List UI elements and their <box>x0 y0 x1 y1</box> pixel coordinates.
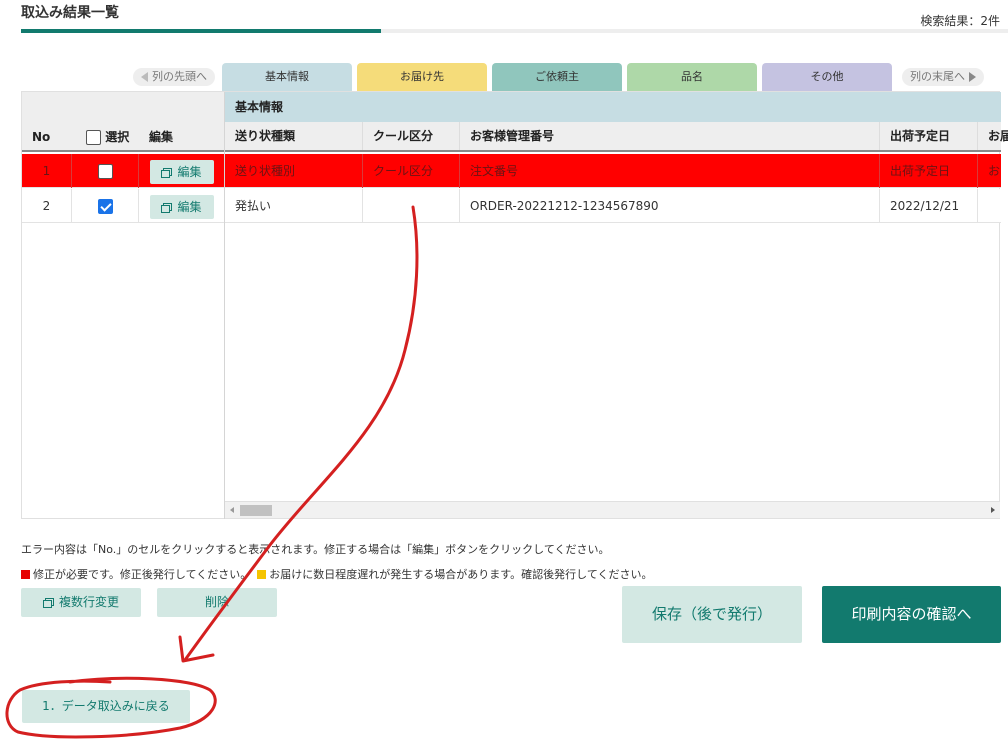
tab-basic-info[interactable]: 基本情報 <box>222 63 352 91</box>
cell-cool-type <box>363 189 460 223</box>
legend: 修正が必要です。修正後発行してください。 お届けに数日程度遅れが発生する場合があり… <box>21 566 653 582</box>
column-header-invoice-type[interactable]: 送り状種類 <box>225 122 363 150</box>
tab-delivery-destination[interactable]: お届け先 <box>357 63 487 91</box>
scrollbar-thumb[interactable] <box>240 505 272 516</box>
cell-cool-type: クール区分 <box>363 154 460 188</box>
multi-row-edit-button[interactable]: 複数行変更 <box>21 588 141 617</box>
title-underline-accent <box>21 29 381 33</box>
column-header-ship-date[interactable]: 出荷予定日 <box>880 122 978 150</box>
header-select-label: 選択 <box>105 130 130 144</box>
select-all-checkbox[interactable] <box>86 130 101 145</box>
cell-ship-date: 2022/12/21 <box>880 189 978 223</box>
row-edit-label: 編集 <box>177 164 202 179</box>
row-edit-cell: 編集 <box>139 154 225 188</box>
row-edit-label: 編集 <box>177 199 202 214</box>
multi-row-edit-label: 複数行変更 <box>58 595 119 609</box>
yellow-square-icon <box>257 570 267 579</box>
column-group-header: 基本情報 <box>225 92 1001 122</box>
tab-client[interactable]: ご依頼主 <box>492 63 622 91</box>
page-title: 取込み結果一覧 <box>21 5 119 21</box>
tab-item-name[interactable]: 品名 <box>627 63 757 91</box>
chevron-right-icon <box>969 72 976 82</box>
legend-yellow-text: お届けに数日程度遅れが発生する場合があります。確認後発行してください。 <box>269 568 653 581</box>
cell-invoice-type: 送り状種別 <box>225 154 363 188</box>
row-select-cell <box>72 189 139 223</box>
scroll-to-last-column-label: 列の末尾へ <box>910 70 965 83</box>
header-no[interactable]: No <box>32 122 50 152</box>
cell-ship-date: 出荷予定日 <box>880 154 978 188</box>
row-no-cell[interactable]: 2 <box>22 189 72 223</box>
scroll-to-first-column-button[interactable]: 列の先頭へ <box>133 68 215 86</box>
cell-delivery <box>978 189 1001 223</box>
print-confirm-button[interactable]: 印刷内容の確認へ <box>822 586 1001 643</box>
back-to-import-button[interactable]: 1．データ取込みに戻る <box>22 690 190 723</box>
row-edit-cell: 編集 <box>139 189 225 223</box>
result-grid: No 選択 編集 基本情報 送り状種類 クール区分 お客様管理番号 出荷予定日 … <box>21 91 1008 519</box>
error-help-text: エラー内容は「No.」のセルをクリックすると表示されます。修正する場合は「編集」… <box>21 543 610 556</box>
header-edit: 編集 <box>149 130 174 144</box>
table-row[interactable]: 2 編集 発払い ORDER-20221212-1234567890 2022/… <box>22 189 1001 223</box>
copy-icon <box>161 167 173 178</box>
column-header-customer-number[interactable]: お客様管理番号 <box>460 122 880 150</box>
horizontal-scrollbar[interactable] <box>225 501 1000 518</box>
scroll-left-icon[interactable] <box>230 507 234 513</box>
result-count: 検索結果：2件 <box>920 14 1000 28</box>
annotation-arrowhead <box>178 635 215 663</box>
row-select-cell <box>72 154 139 188</box>
header-select[interactable]: 選択 <box>86 122 129 152</box>
row-no-cell[interactable]: 1 <box>22 154 72 188</box>
row-select-checkbox[interactable] <box>97 199 113 214</box>
fixed-header: No 選択 編集 <box>22 92 224 152</box>
fixed-column-divider <box>224 92 225 519</box>
cell-invoice-type: 発払い <box>225 189 363 223</box>
table-row[interactable]: 1 編集 送り状種別 クール区分 注文番号 出荷予定日 お <box>22 154 1001 188</box>
row-edit-button[interactable]: 編集 <box>149 194 214 219</box>
delete-button[interactable]: 削除 <box>157 588 277 617</box>
cell-customer-number: ORDER-20221212-1234567890 <box>460 189 880 223</box>
scroll-to-first-column-label: 列の先頭へ <box>152 70 207 83</box>
copy-icon <box>42 598 54 608</box>
legend-red-text: 修正が必要です。修正後発行してください。 <box>33 568 252 581</box>
column-header-delivery[interactable]: お届 <box>978 122 1008 150</box>
red-square-icon <box>21 570 30 579</box>
copy-icon <box>161 202 173 213</box>
cell-delivery: お <box>988 164 1001 178</box>
tab-other[interactable]: その他 <box>762 63 892 91</box>
column-header-row: 送り状種類 クール区分 お客様管理番号 出荷予定日 お届 <box>225 122 1008 152</box>
scroll-right-icon[interactable] <box>991 507 995 513</box>
column-header-cool-type[interactable]: クール区分 <box>363 122 460 150</box>
row-select-checkbox[interactable] <box>97 164 113 179</box>
save-later-button[interactable]: 保存（後で発行） <box>622 586 802 643</box>
chevron-left-icon <box>141 72 148 82</box>
row-edit-button[interactable]: 編集 <box>149 159 214 184</box>
scroll-to-last-column-button[interactable]: 列の末尾へ <box>902 68 984 86</box>
cell-customer-number: 注文番号 <box>460 154 880 188</box>
